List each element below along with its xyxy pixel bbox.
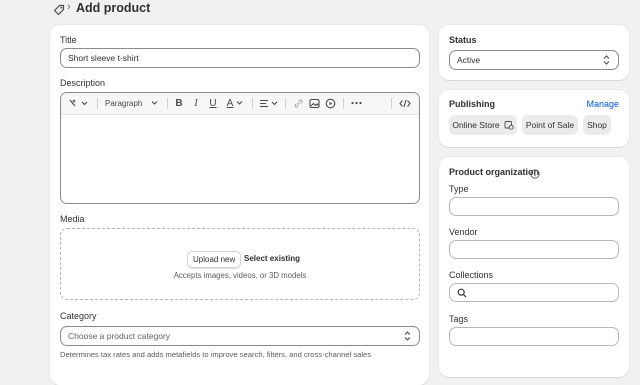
calendar-clock-icon	[504, 121, 514, 130]
bold-icon[interactable]: B	[173, 93, 185, 113]
more-options-icon[interactable]	[349, 93, 363, 113]
media-dropzone[interactable]: Upload new Select existing Accepts image…	[60, 228, 420, 300]
media-hint: Accepts images, videos, or 3D models	[173, 271, 307, 280]
toolbar-divider	[391, 98, 392, 109]
ai-magic-icon[interactable]	[67, 93, 89, 113]
product-details-card: Title Short sleeve t-shirt Description P…	[50, 25, 429, 385]
description-editor[interactable]: Paragraph B I U A	[60, 92, 420, 204]
text-color-icon[interactable]: A	[223, 93, 247, 113]
tags-field[interactable]	[449, 327, 619, 346]
info-icon[interactable]	[530, 166, 540, 179]
category-placeholder: Choose a product category	[68, 331, 171, 341]
select-existing-link[interactable]: Select existing	[244, 254, 300, 263]
title-label: Title	[60, 35, 77, 45]
category-label: Category	[60, 311, 97, 321]
image-icon[interactable]	[307, 93, 321, 113]
description-label: Description	[60, 78, 106, 88]
editor-toolbar: Paragraph B I U A	[61, 93, 419, 115]
channel-label: Online Store	[452, 120, 500, 130]
status-select[interactable]: Active	[449, 50, 619, 70]
chevron-down-icon	[151, 101, 158, 105]
page-title: Add product	[76, 1, 151, 15]
publishing-card: Publishing Manage Online Store Point of …	[439, 90, 629, 147]
collections-search-field[interactable]	[449, 283, 619, 302]
tags-label: Tags	[449, 314, 469, 324]
category-help-text: Determines tax rates and adds metafields…	[60, 350, 372, 359]
search-icon	[457, 288, 467, 297]
organization-label: Product organization	[449, 167, 539, 177]
toolbar-divider	[252, 98, 253, 109]
code-view-icon[interactable]	[397, 93, 413, 113]
type-label: Type	[449, 184, 469, 194]
tag-icon	[53, 3, 65, 16]
toolbar-divider	[285, 98, 286, 109]
status-label: Status	[449, 35, 477, 45]
collections-label: Collections	[449, 270, 494, 280]
italic-icon[interactable]: I	[190, 93, 202, 113]
category-select[interactable]: Choose a product category	[60, 326, 420, 346]
toolbar-divider	[167, 98, 168, 109]
product-organization-card: Product organization Type Vendor Collect…	[439, 157, 629, 377]
channel-label: Shop	[587, 120, 607, 130]
title-field[interactable]: Short sleeve t-shirt	[60, 48, 420, 68]
select-chevron-icon	[603, 55, 610, 65]
upload-new-button[interactable]: Upload new	[187, 251, 242, 268]
status-value: Active	[457, 55, 481, 65]
channel-label: Point of Sale	[525, 120, 575, 130]
paragraph-format-label: Paragraph	[105, 98, 143, 108]
toolbar-divider	[343, 98, 344, 109]
vendor-field[interactable]	[449, 240, 619, 259]
status-card: Status Active	[439, 25, 629, 80]
manage-link[interactable]: Manage	[586, 99, 619, 109]
channel-online-store[interactable]: Online Store	[449, 115, 517, 135]
toolbar-divider	[97, 98, 98, 109]
select-chevron-icon	[404, 331, 411, 341]
publishing-label: Publishing	[449, 99, 495, 109]
vendor-label: Vendor	[449, 227, 478, 237]
media-label: Media	[60, 214, 85, 224]
paragraph-format-select[interactable]: Paragraph	[105, 93, 161, 113]
type-field[interactable]	[449, 197, 619, 216]
video-icon[interactable]	[323, 93, 337, 113]
channel-point-of-sale[interactable]: Point of Sale	[522, 115, 578, 135]
align-icon[interactable]	[258, 93, 280, 113]
link-icon[interactable]	[291, 93, 305, 113]
breadcrumb-separator: ›	[67, 1, 71, 13]
channel-shop[interactable]: Shop	[583, 115, 611, 135]
title-value: Short sleeve t-shirt	[68, 53, 139, 63]
underline-icon[interactable]: U	[207, 93, 219, 113]
